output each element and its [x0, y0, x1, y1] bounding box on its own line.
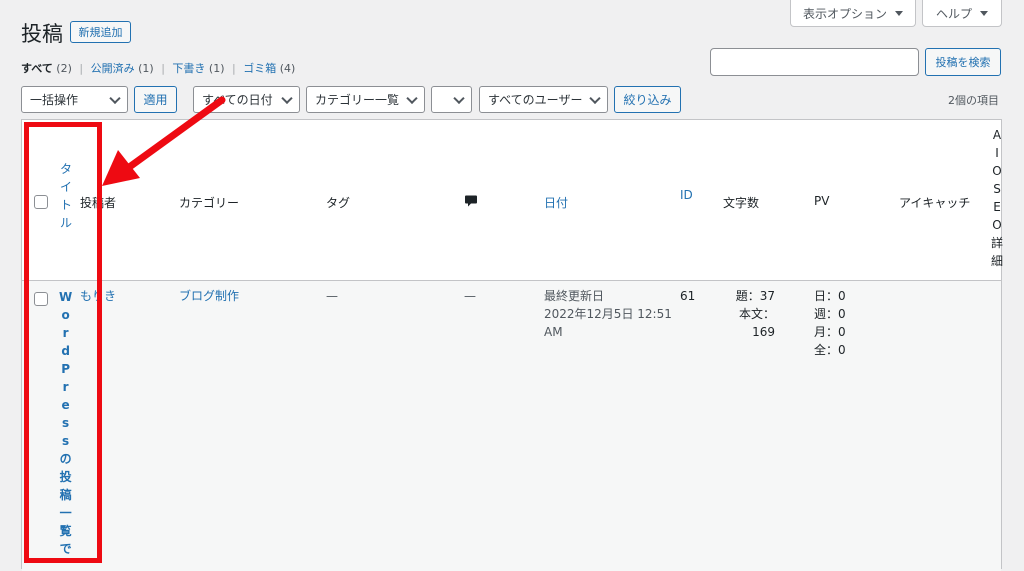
annotation-arrow-icon	[102, 96, 226, 186]
